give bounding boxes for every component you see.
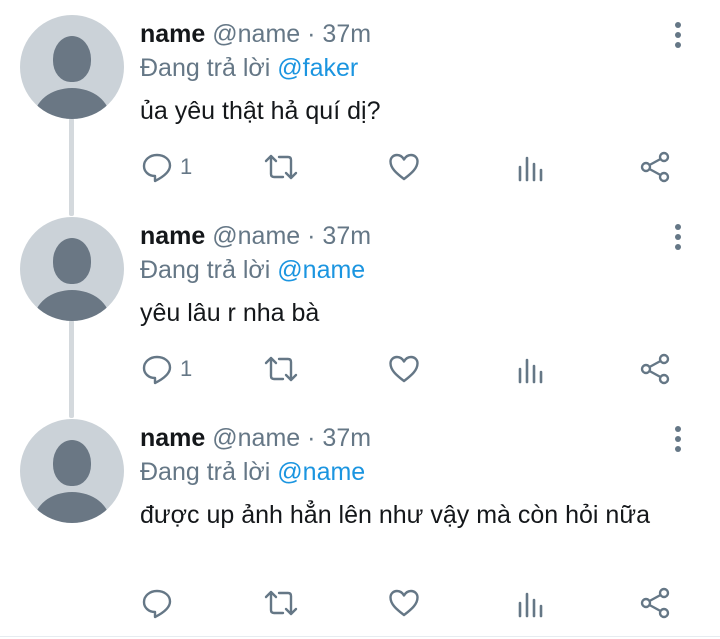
reply-button[interactable]	[140, 583, 180, 623]
more-vertical-icon[interactable]	[672, 424, 684, 454]
more-vertical-icon[interactable]	[672, 20, 684, 50]
share-icon	[640, 587, 670, 619]
avatar-body-shape	[34, 492, 110, 523]
reply-button[interactable]: 1	[140, 349, 192, 389]
timestamp[interactable]: 37m	[322, 424, 371, 452]
heart-icon	[389, 355, 419, 383]
replying-to-mention[interactable]: @name	[277, 458, 365, 486]
separator-dot: ·	[307, 222, 316, 250]
tweet-header: name @name · 37m	[140, 423, 371, 453]
more-vertical-icon[interactable]	[672, 222, 684, 252]
avatar-body-shape	[34, 88, 110, 119]
analytics-icon	[518, 358, 543, 384]
tweet-actions	[140, 583, 700, 623]
reply-count: 1	[180, 356, 193, 381]
avatar[interactable]	[20, 419, 124, 523]
share-button[interactable]	[638, 583, 672, 623]
replying-to-prefix: Đang trả lời	[140, 54, 271, 82]
reply-count: 1	[180, 154, 193, 179]
like-button[interactable]	[387, 583, 421, 623]
replying-to-mention[interactable]: @name	[277, 256, 365, 284]
user-handle[interactable]: @name	[212, 222, 300, 250]
separator-dot: ·	[307, 20, 316, 48]
retweet-button[interactable]	[262, 349, 300, 389]
display-name[interactable]: name	[140, 424, 205, 452]
conversation-thread: name @name · 37m Đang trả lời @faker ủa …	[0, 0, 720, 639]
replying-to: Đang trả lời @name	[140, 457, 365, 487]
tweet-text: được up ảnh hẳn lên như vậy mà còn hỏi n…	[140, 501, 650, 529]
tweet-header: name @name · 37m	[140, 221, 371, 251]
analytics-icon	[518, 156, 543, 182]
user-handle[interactable]: @name	[212, 424, 300, 452]
replying-to-prefix: Đang trả lời	[140, 256, 271, 284]
avatar-head-shape	[53, 440, 91, 486]
retweet-button[interactable]	[262, 583, 300, 623]
share-button[interactable]	[638, 147, 672, 187]
analytics-button[interactable]	[516, 147, 546, 187]
user-handle[interactable]: @name	[212, 20, 300, 48]
analytics-button[interactable]	[516, 349, 546, 389]
display-name[interactable]: name	[140, 222, 205, 250]
tweet-actions: 1	[140, 349, 700, 389]
timestamp[interactable]: 37m	[322, 222, 371, 250]
avatar-head-shape	[53, 238, 91, 284]
timestamp[interactable]: 37m	[322, 20, 371, 48]
reply-icon	[142, 589, 172, 619]
tweet-text: ủa yêu thật hả quí dị?	[140, 97, 381, 125]
tweet-header: name @name · 37m	[140, 19, 371, 49]
avatar[interactable]	[20, 217, 124, 321]
display-name[interactable]: name	[140, 20, 205, 48]
retweet-icon	[264, 590, 298, 616]
replying-to: Đang trả lời @faker	[140, 53, 358, 83]
replying-to-mention[interactable]: @faker	[277, 54, 358, 82]
replying-to-prefix: Đang trả lời	[140, 458, 271, 486]
separator-dot: ·	[307, 424, 316, 452]
heart-icon	[389, 153, 419, 181]
share-icon	[640, 151, 670, 183]
retweet-icon	[264, 356, 298, 382]
analytics-button[interactable]	[516, 583, 546, 623]
avatar-body-shape	[34, 290, 110, 321]
reply-button[interactable]: 1	[140, 147, 192, 187]
retweet-icon	[264, 154, 298, 180]
avatar-head-shape	[53, 36, 91, 82]
bottom-divider	[0, 636, 720, 637]
like-button[interactable]	[387, 349, 421, 389]
share-icon	[640, 353, 670, 385]
reply-icon	[142, 355, 172, 385]
tweet-text: yêu lâu r nha bà	[140, 299, 320, 327]
replying-to: Đang trả lời @name	[140, 255, 365, 285]
retweet-button[interactable]	[262, 147, 300, 187]
reply-icon	[142, 153, 172, 183]
tweet-actions: 1	[140, 147, 700, 187]
heart-icon	[389, 589, 419, 617]
share-button[interactable]	[638, 349, 672, 389]
analytics-icon	[518, 592, 543, 618]
like-button[interactable]	[387, 147, 421, 187]
avatar[interactable]	[20, 15, 124, 119]
